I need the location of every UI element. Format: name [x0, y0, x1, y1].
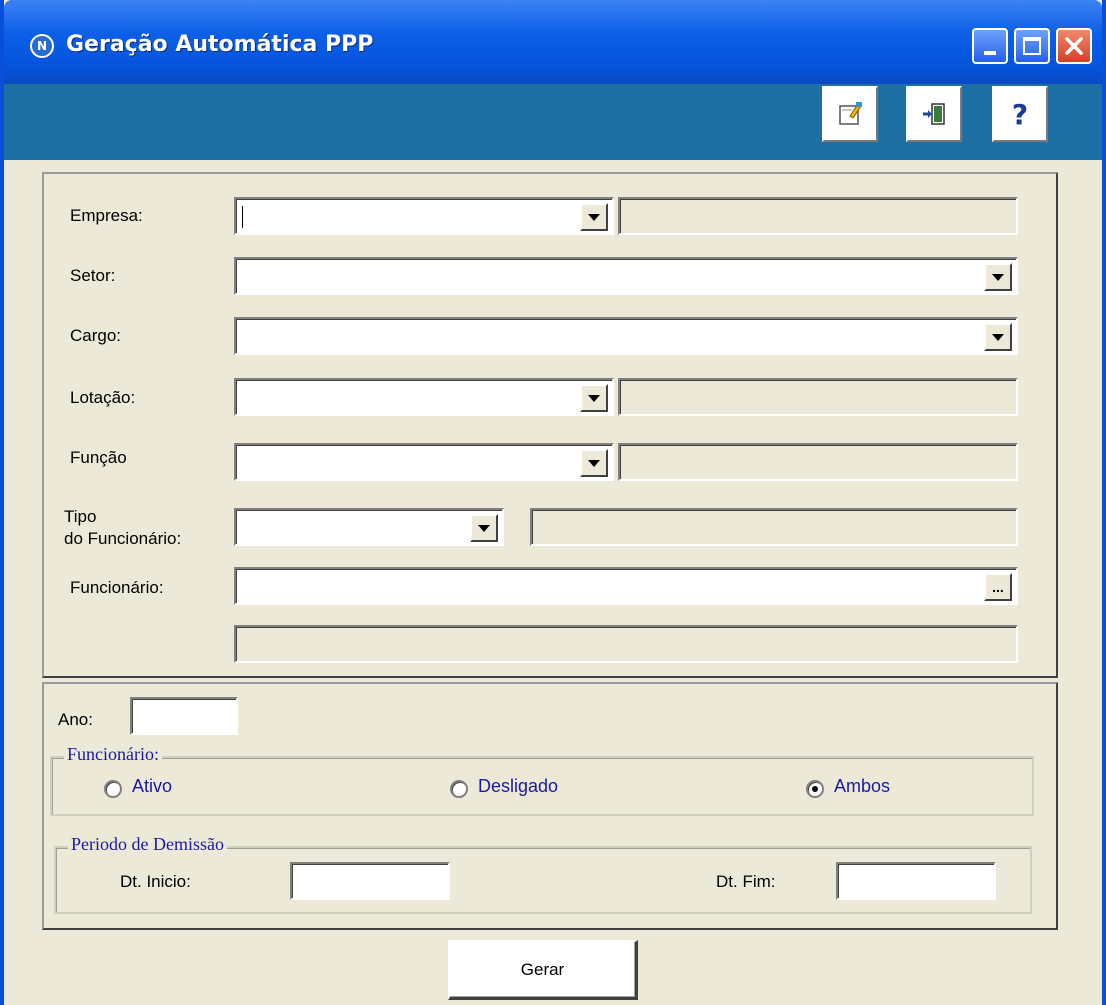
setor-dropdown-button[interactable]: [984, 263, 1012, 291]
chevron-down-icon: [588, 213, 600, 221]
help-icon: ?: [1011, 97, 1029, 131]
tipo-funcionario-dropdown-button[interactable]: [470, 514, 498, 542]
cargo-label: Cargo:: [70, 326, 122, 345]
title-bar[interactable]: N Geração Automática PPP: [4, 0, 1102, 84]
maximize-button[interactable]: [1014, 28, 1050, 64]
cargo-dropdown-button[interactable]: [984, 323, 1012, 351]
dt-inicio-label: Dt. Inicio:: [120, 872, 191, 891]
funcao-label: Função: [70, 448, 127, 467]
funcao-description-field: [618, 443, 1018, 481]
dt-fim-input[interactable]: [836, 862, 996, 900]
radio-ativo-label[interactable]: Ativo: [132, 776, 172, 797]
funcionario-name-field: [234, 625, 1018, 663]
empresa-label: Empresa:: [70, 206, 143, 225]
gerar-button[interactable]: Gerar: [448, 940, 638, 1000]
lotacao-label: Lotação:: [70, 388, 136, 407]
close-button[interactable]: [1056, 28, 1092, 64]
help-button[interactable]: ?: [992, 86, 1048, 142]
tipo-funcionario-description-field: [530, 508, 1018, 546]
edit-icon: [839, 102, 862, 125]
exit-icon: [923, 103, 945, 125]
tipo-label-line1: Tipo: [64, 507, 97, 526]
maximize-icon: [1023, 37, 1041, 55]
setor-label: Setor:: [70, 266, 116, 285]
text-caret: [242, 206, 243, 228]
setor-combobox[interactable]: [234, 257, 1018, 295]
ano-input[interactable]: [130, 697, 238, 735]
app-window: N Geração Automática PPP ? Empresa: Seto…: [0, 0, 1106, 1005]
tipo-label-line2: do Funcionário:: [64, 529, 182, 548]
chevron-down-icon: [588, 459, 600, 467]
close-icon: [1065, 37, 1083, 55]
ano-label: Ano:: [58, 710, 93, 729]
app-icon: N: [30, 34, 54, 58]
lotacao-description-field: [618, 378, 1018, 416]
tipo-funcionario-combobox[interactable]: [234, 508, 504, 546]
ellipsis-icon: ...: [992, 579, 1004, 595]
chevron-down-icon: [992, 273, 1004, 281]
periodo-demissao-legend: Periodo de Demissão: [68, 834, 227, 855]
funcionario-lookup-button[interactable]: ...: [984, 573, 1012, 601]
radio-ambos[interactable]: [806, 780, 824, 798]
chevron-down-icon: [478, 524, 490, 532]
lotacao-combobox[interactable]: [234, 378, 614, 416]
radio-desligado-label[interactable]: Desligado: [478, 776, 558, 797]
window-title: Geração Automática PPP: [66, 32, 374, 57]
funcionario-status-legend: Funcionário:: [64, 744, 162, 765]
chevron-down-icon: [588, 394, 600, 402]
minimize-icon: [984, 51, 996, 55]
exit-button[interactable]: [906, 86, 962, 142]
funcao-dropdown-button[interactable]: [580, 449, 608, 477]
tipo-funcionario-label: Tipo do Funcionário:: [64, 506, 181, 550]
dt-inicio-input[interactable]: [290, 862, 450, 900]
radio-ativo[interactable]: [104, 780, 122, 798]
radio-desligado[interactable]: [450, 780, 468, 798]
lotacao-dropdown-button[interactable]: [580, 384, 608, 412]
funcionario-field[interactable]: ...: [234, 567, 1018, 605]
dt-fim-label: Dt. Fim:: [716, 872, 776, 891]
chevron-down-icon: [992, 333, 1004, 341]
funcionario-label: Funcionário:: [70, 578, 164, 597]
edit-button[interactable]: [822, 86, 878, 142]
empresa-description-field: [618, 197, 1018, 235]
cargo-combobox[interactable]: [234, 317, 1018, 355]
empresa-combobox[interactable]: [234, 197, 614, 235]
empresa-dropdown-button[interactable]: [580, 203, 608, 231]
radio-ambos-label[interactable]: Ambos: [834, 776, 890, 797]
minimize-button[interactable]: [972, 28, 1008, 64]
funcao-combobox[interactable]: [234, 443, 614, 481]
